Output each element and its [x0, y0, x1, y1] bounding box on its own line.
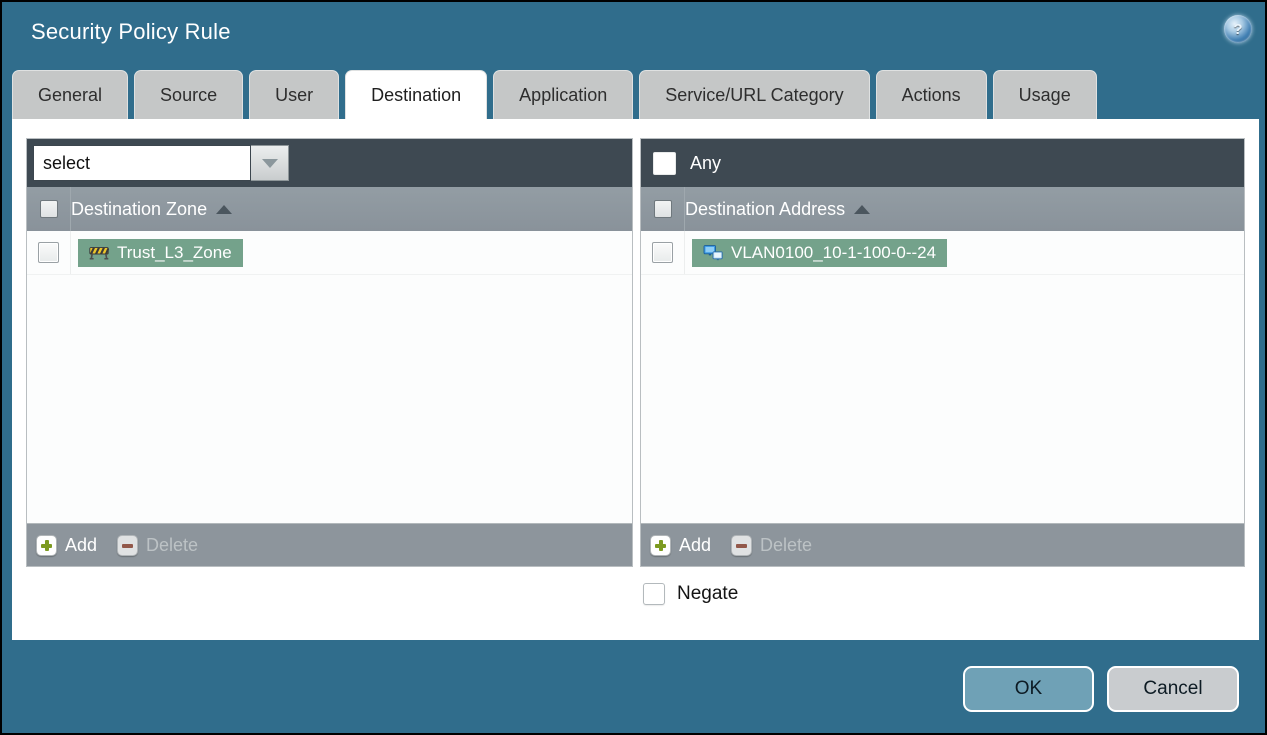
address-panel-header: Any — [641, 139, 1244, 187]
zone-toolbar: Add Delete — [27, 523, 632, 566]
zone-barrier-icon — [89, 247, 109, 260]
destination-tab-content: select Destination Zone Trust_L3_Zone Ad… — [12, 119, 1259, 640]
address-row-checkbox-cell — [641, 231, 685, 274]
address-column-header-label[interactable]: Destination Address — [685, 199, 845, 220]
zone-column-header-label[interactable]: Destination Zone — [71, 199, 207, 220]
table-row: VLAN0100_10-1-100-0--24 — [641, 231, 1244, 275]
chevron-down-icon — [261, 158, 278, 168]
zone-rows-area: Trust_L3_Zone — [27, 231, 632, 523]
zone-select-dropdown[interactable]: select — [33, 145, 289, 181]
tab-general[interactable]: General — [12, 70, 129, 119]
tab-destination[interactable]: Destination — [345, 70, 488, 119]
zone-select-all-cell — [27, 187, 71, 231]
zone-row-checkbox[interactable] — [38, 242, 59, 263]
destination-address-panel: Any Destination Address VLAN0100_10-1-10… — [640, 138, 1245, 567]
any-label: Any — [690, 152, 722, 173]
plus-icon — [36, 534, 57, 556]
address-entry-chip[interactable]: VLAN0100_10-1-100-0--24 — [692, 238, 948, 267]
dialog-title: Security Policy Rule — [31, 19, 231, 44]
minus-icon — [731, 534, 753, 556]
tab-application[interactable]: Application — [493, 70, 634, 119]
table-row: Trust_L3_Zone — [27, 231, 632, 275]
sort-ascending-icon[interactable] — [216, 204, 233, 214]
plus-icon — [650, 534, 671, 556]
tab-service-url-category[interactable]: Service/URL Category — [639, 70, 870, 119]
address-row-checkbox[interactable] — [652, 242, 673, 263]
tab-actions[interactable]: Actions — [875, 70, 987, 119]
address-rows-area: VLAN0100_10-1-100-0--24 — [641, 231, 1244, 523]
address-select-all-checkbox[interactable] — [653, 200, 672, 218]
zone-select-value[interactable]: select — [33, 145, 251, 181]
any-checkbox[interactable] — [653, 151, 676, 175]
address-add-button[interactable]: Add — [650, 534, 711, 556]
zone-select-all-checkbox[interactable] — [39, 200, 58, 218]
cancel-button[interactable]: Cancel — [1107, 666, 1239, 712]
zone-row-checkbox-cell — [27, 231, 71, 274]
zone-panel-header: select — [27, 139, 632, 187]
zone-entry-label: Trust_L3_Zone — [117, 242, 232, 262]
tab-source[interactable]: Source — [134, 70, 244, 119]
network-hosts-icon — [703, 244, 723, 260]
address-delete-button[interactable]: Delete — [731, 534, 812, 556]
tab-bar: General Source User Destination Applicat… — [12, 70, 1255, 119]
minus-icon — [117, 534, 139, 556]
any-toggle[interactable]: Any — [647, 151, 722, 175]
address-select-all-cell — [641, 187, 685, 231]
security-policy-rule-dialog: Security Policy Rule ? General Source Us… — [0, 0, 1267, 735]
address-column-header-row: Destination Address — [641, 187, 1244, 231]
ok-button[interactable]: OK — [963, 666, 1094, 712]
address-toolbar: Add Delete — [641, 523, 1244, 566]
zone-select-button[interactable] — [251, 145, 289, 181]
negate-toggle[interactable]: Negate — [643, 583, 738, 605]
negate-checkbox[interactable] — [643, 583, 665, 605]
tab-user[interactable]: User — [249, 70, 340, 119]
zone-column-header-row: Destination Zone — [27, 187, 632, 231]
sort-ascending-icon[interactable] — [854, 204, 871, 214]
address-entry-label: VLAN0100_10-1-100-0--24 — [731, 242, 937, 262]
zone-add-button[interactable]: Add — [36, 534, 97, 556]
zone-delete-button[interactable]: Delete — [117, 534, 198, 556]
destination-zone-panel: select Destination Zone Trust_L3_Zone Ad… — [26, 138, 633, 567]
tab-usage[interactable]: Usage — [992, 70, 1097, 119]
help-glyph: ? — [1233, 20, 1243, 38]
zone-entry-chip[interactable]: Trust_L3_Zone — [78, 238, 243, 267]
negate-label: Negate — [677, 583, 739, 604]
help-icon[interactable]: ? — [1224, 15, 1252, 43]
title-bar: Security Policy Rule ? — [2, 2, 1265, 68]
